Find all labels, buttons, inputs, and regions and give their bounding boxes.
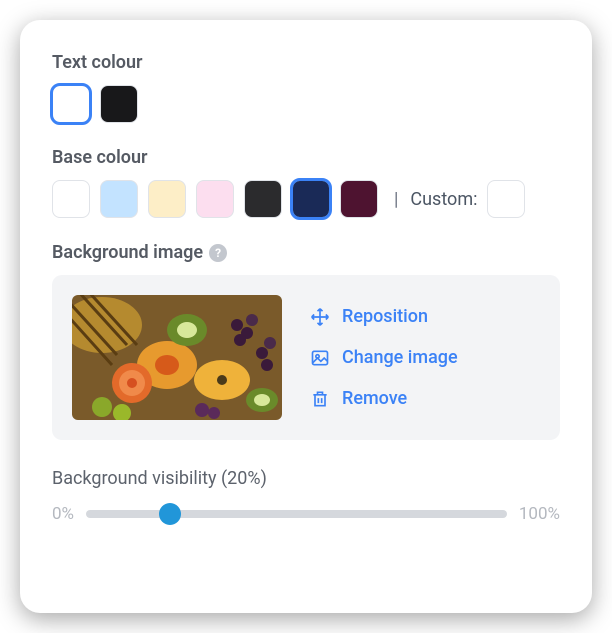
base-colour-swatch[interactable]	[292, 180, 330, 218]
remove-button[interactable]: Remove	[310, 388, 458, 409]
appearance-panel: Text colour Base colour | Custom: Backgro…	[20, 20, 592, 613]
visibility-slider-row: 0% 100%	[52, 503, 560, 525]
background-image-box: Reposition Change image Remove	[52, 275, 560, 440]
slider-max-label: 100%	[519, 504, 560, 524]
trash-icon	[310, 389, 330, 409]
background-image-actions: Reposition Change image Remove	[310, 306, 458, 409]
base-colour-swatch[interactable]	[340, 180, 378, 218]
background-image-label-text: Background image	[52, 242, 203, 263]
base-colour-swatches: | Custom:	[52, 180, 560, 218]
text-colour-swatches	[52, 85, 560, 123]
slider-min-label: 0%	[52, 504, 74, 524]
custom-colour-label: Custom:	[410, 189, 477, 210]
image-icon	[310, 348, 330, 368]
base-colour-swatch[interactable]	[244, 180, 282, 218]
text-colour-swatch[interactable]	[100, 85, 138, 123]
move-icon	[310, 307, 330, 327]
custom-colour-swatch[interactable]	[487, 180, 525, 218]
remove-label: Remove	[342, 388, 407, 409]
base-colour-swatch[interactable]	[52, 180, 90, 218]
change-image-label: Change image	[342, 347, 458, 368]
visibility-label: Background visibility (20%)	[52, 468, 560, 489]
change-image-button[interactable]: Change image	[310, 347, 458, 368]
base-colour-label: Base colour	[52, 147, 560, 168]
swatch-divider: |	[394, 189, 398, 210]
slider-track	[86, 510, 507, 518]
help-icon[interactable]: ?	[209, 244, 227, 262]
slider-thumb[interactable]	[159, 503, 181, 525]
visibility-slider[interactable]	[86, 503, 507, 525]
reposition-label: Reposition	[342, 306, 428, 327]
background-image-label: Background image ?	[52, 242, 560, 263]
base-colour-swatch[interactable]	[100, 180, 138, 218]
background-image-thumbnail[interactable]	[72, 295, 282, 420]
base-colour-swatch[interactable]	[196, 180, 234, 218]
text-colour-swatch[interactable]	[52, 85, 90, 123]
base-colour-swatch[interactable]	[148, 180, 186, 218]
reposition-button[interactable]: Reposition	[310, 306, 458, 327]
text-colour-label: Text colour	[52, 52, 560, 73]
